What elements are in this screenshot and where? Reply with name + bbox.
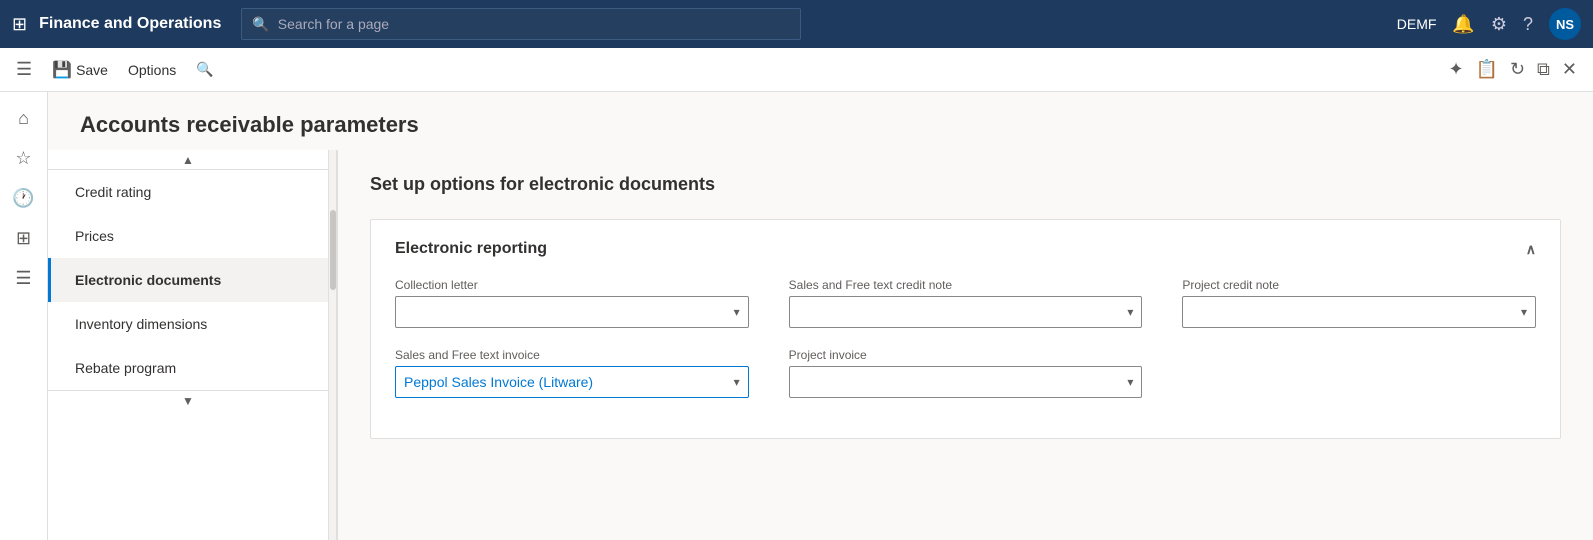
sales-invoice-value: Peppol Sales Invoice (Litware) (404, 374, 593, 390)
reporting-section-title: Electronic reporting ∧ (395, 240, 1536, 258)
refresh-icon[interactable]: ↻ (1510, 59, 1525, 80)
search-input[interactable] (278, 16, 791, 32)
collection-letter-dropdown[interactable]: ▾ (395, 296, 749, 328)
collection-letter-field: Collection letter ▾ (395, 278, 749, 328)
open-new-icon[interactable]: ⧉ (1537, 59, 1550, 80)
project-credit-note-field: Project credit note ▾ (1182, 278, 1536, 328)
sidebar-item-inventory-dimensions[interactable]: Inventory dimensions (48, 302, 328, 346)
app-title: Finance and Operations (39, 15, 221, 33)
sidebar-item-prices[interactable]: Prices (48, 214, 328, 258)
command-bar: ☰ 💾 Save Options 🔍 ✦ 📋 ↻ ⧉ ✕ (0, 48, 1593, 92)
scroll-down-button[interactable]: ▼ (48, 390, 328, 410)
sales-invoice-dropdown[interactable]: Peppol Sales Invoice (Litware) ▾ (395, 366, 749, 398)
page-title: Accounts receivable parameters (48, 92, 1593, 150)
form-row-2: Sales and Free text invoice Peppol Sales… (395, 348, 1536, 398)
top-navigation: ⊞ Finance and Operations 🔍 DEMF 🔔 ⚙ ? NS (0, 0, 1593, 48)
scroll-up-button[interactable]: ▲ (48, 150, 328, 170)
main-layout: ⌂ ☆ 🕐 ⊞ ☰ Accounts receivable parameters… (0, 92, 1593, 540)
sales-credit-note-dropdown[interactable]: ▾ (789, 296, 1143, 328)
sales-invoice-field: Sales and Free text invoice Peppol Sales… (395, 348, 749, 398)
home-icon[interactable]: ⌂ (6, 100, 42, 136)
bookmark-icon[interactable]: 📋 (1476, 59, 1498, 80)
project-invoice-field: Project invoice ▾ (789, 348, 1143, 398)
sidebar-item-electronic-documents[interactable]: Electronic documents (48, 258, 328, 302)
avatar[interactable]: NS (1549, 8, 1581, 40)
sales-credit-note-label: Sales and Free text credit note (789, 278, 1143, 292)
chevron-down-icon: ▾ (1127, 305, 1133, 319)
project-credit-note-dropdown[interactable]: ▾ (1182, 296, 1536, 328)
hamburger-icon[interactable]: ☰ (16, 59, 32, 80)
help-icon[interactable]: ? (1523, 14, 1533, 35)
side-navigation: ⌂ ☆ 🕐 ⊞ ☰ (0, 92, 48, 540)
favorites-icon[interactable]: ☆ (6, 140, 42, 176)
sidebar-item-credit-rating[interactable]: Credit rating (48, 170, 328, 214)
close-icon[interactable]: ✕ (1562, 59, 1577, 80)
page-content: Accounts receivable parameters ▲ Credit … (48, 92, 1593, 540)
search-cmd-icon: 🔍 (196, 61, 213, 78)
sales-credit-note-field: Sales and Free text credit note ▾ (789, 278, 1143, 328)
project-invoice-label: Project invoice (789, 348, 1143, 362)
modules-icon[interactable]: ☰ (6, 260, 42, 296)
search-bar-button[interactable]: 🔍 (188, 57, 221, 82)
recent-icon[interactable]: 🕐 (6, 180, 42, 216)
options-button[interactable]: Options (120, 58, 184, 82)
reporting-section: Electronic reporting ∧ Collection letter… (370, 219, 1561, 439)
scrollbar-thumb (330, 210, 336, 290)
personalize-icon[interactable]: ✦ (1448, 59, 1463, 80)
form-row-1: Collection letter ▾ Sales and Free text … (395, 278, 1536, 328)
chevron-down-icon: ▾ (1521, 305, 1527, 319)
settings-icon[interactable]: ⚙ (1491, 14, 1507, 35)
chevron-down-icon: ▾ (1127, 375, 1133, 389)
workspaces-icon[interactable]: ⊞ (6, 220, 42, 256)
project-invoice-dropdown[interactable]: ▾ (789, 366, 1143, 398)
split-area: ▲ Credit rating Prices Electronic docume… (48, 150, 1593, 540)
company-label: DEMF (1397, 16, 1437, 32)
save-button[interactable]: 💾 Save (44, 56, 116, 84)
chevron-down-icon: ▾ (734, 375, 740, 389)
left-list: ▲ Credit rating Prices Electronic docume… (48, 150, 329, 540)
collection-letter-label: Collection letter (395, 278, 749, 292)
sidebar-item-rebate-program[interactable]: Rebate program (48, 346, 328, 390)
nav-right: DEMF 🔔 ⚙ ? NS (1397, 8, 1581, 40)
search-box[interactable]: 🔍 (241, 8, 801, 40)
save-icon: 💾 (52, 60, 72, 80)
sales-invoice-label: Sales and Free text invoice (395, 348, 749, 362)
collapse-icon[interactable]: ∧ (1526, 241, 1536, 258)
command-bar-right: ✦ 📋 ↻ ⧉ ✕ (1448, 59, 1577, 80)
project-credit-note-label: Project credit note (1182, 278, 1536, 292)
grid-menu-icon[interactable]: ⊞ (12, 14, 27, 35)
section-heading: Set up options for electronic documents (370, 174, 1561, 195)
chevron-down-icon: ▾ (734, 305, 740, 319)
notification-icon[interactable]: 🔔 (1452, 14, 1474, 35)
left-scrollbar[interactable] (329, 150, 337, 540)
search-icon: 🔍 (252, 16, 269, 33)
right-panel: Set up options for electronic documents … (338, 150, 1593, 540)
